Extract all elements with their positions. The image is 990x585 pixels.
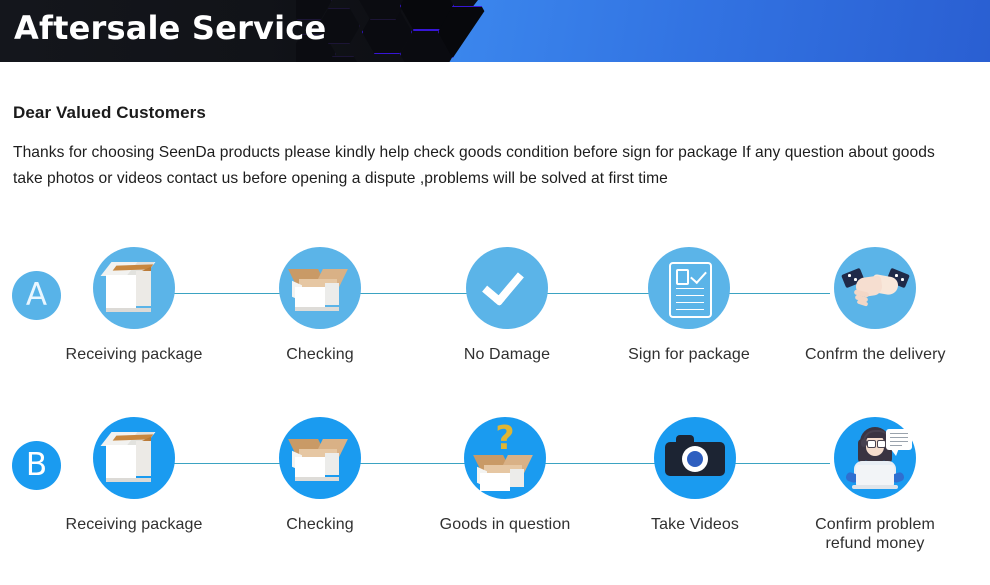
step-label: Confrm the delivery (805, 346, 946, 363)
step-icon-circle (93, 247, 175, 329)
step-label: Goods in question (439, 516, 571, 533)
step-label: Checking (286, 346, 354, 363)
page-title: Aftersale Service (14, 9, 327, 47)
camera-icon (654, 417, 736, 499)
question-box-icon: ? (464, 417, 546, 499)
step-label: Receiving package (65, 516, 203, 533)
step-icon-circle (834, 247, 916, 329)
step-label: Take Videos (651, 516, 739, 533)
step-icon-circle (279, 417, 361, 499)
step-confirm-refund-b[interactable]: Confirm problem refund money (805, 417, 945, 553)
step-icon-circle (648, 247, 730, 329)
signed-document-icon (648, 247, 730, 329)
step-receiving-package-b[interactable]: Receiving package (64, 417, 204, 534)
page-header: Aftersale Service (0, 0, 990, 62)
step-icon-circle (93, 417, 175, 499)
step-no-damage-a[interactable]: No Damage (437, 247, 577, 364)
step-label: No Damage (463, 346, 551, 363)
step-label: Sign for package (628, 346, 750, 363)
step-checking-a[interactable]: Checking (250, 247, 390, 364)
flow-row-b: B Receiving package Checking ? Goods in … (0, 417, 990, 557)
intro-paragraph: Thanks for choosing SeenDa products plea… (13, 144, 935, 187)
step-checking-b[interactable]: Checking (250, 417, 390, 534)
closed-package-box-icon (93, 417, 175, 499)
speech-bubble-icon (886, 429, 912, 450)
flow-badge-b: B (12, 441, 61, 490)
step-confirm-delivery-a[interactable]: Confrm the delivery (805, 247, 946, 364)
open-box-icon (279, 247, 361, 329)
step-label: Receiving package (65, 346, 203, 363)
step-icon-circle (279, 247, 361, 329)
step-take-videos-b[interactable]: Take Videos (625, 417, 765, 534)
closed-package-box-icon (93, 247, 175, 329)
handshake-icon (834, 247, 916, 329)
flow-row-a: A Receiving package Checking No Damage S… (0, 247, 990, 387)
checkmark-icon (466, 247, 548, 329)
support-agent-icon (834, 417, 916, 499)
step-receiving-package-a[interactable]: Receiving package (64, 247, 204, 364)
step-label: Checking (286, 516, 354, 533)
step-goods-in-question-b[interactable]: ? Goods in question (435, 417, 575, 534)
step-sign-for-package-a[interactable]: Sign for package (619, 247, 759, 364)
step-label: Confirm problem refund money (815, 516, 935, 552)
step-icon-circle (654, 417, 736, 499)
step-icon-circle (834, 417, 916, 499)
step-icon-circle: ? (464, 417, 546, 499)
question-mark-glyph: ? (495, 418, 515, 457)
greeting-text: Dear Valued Customers (13, 103, 206, 122)
step-icon-circle (466, 247, 548, 329)
open-box-icon (279, 417, 361, 499)
flow-badge-a: A (12, 271, 61, 320)
